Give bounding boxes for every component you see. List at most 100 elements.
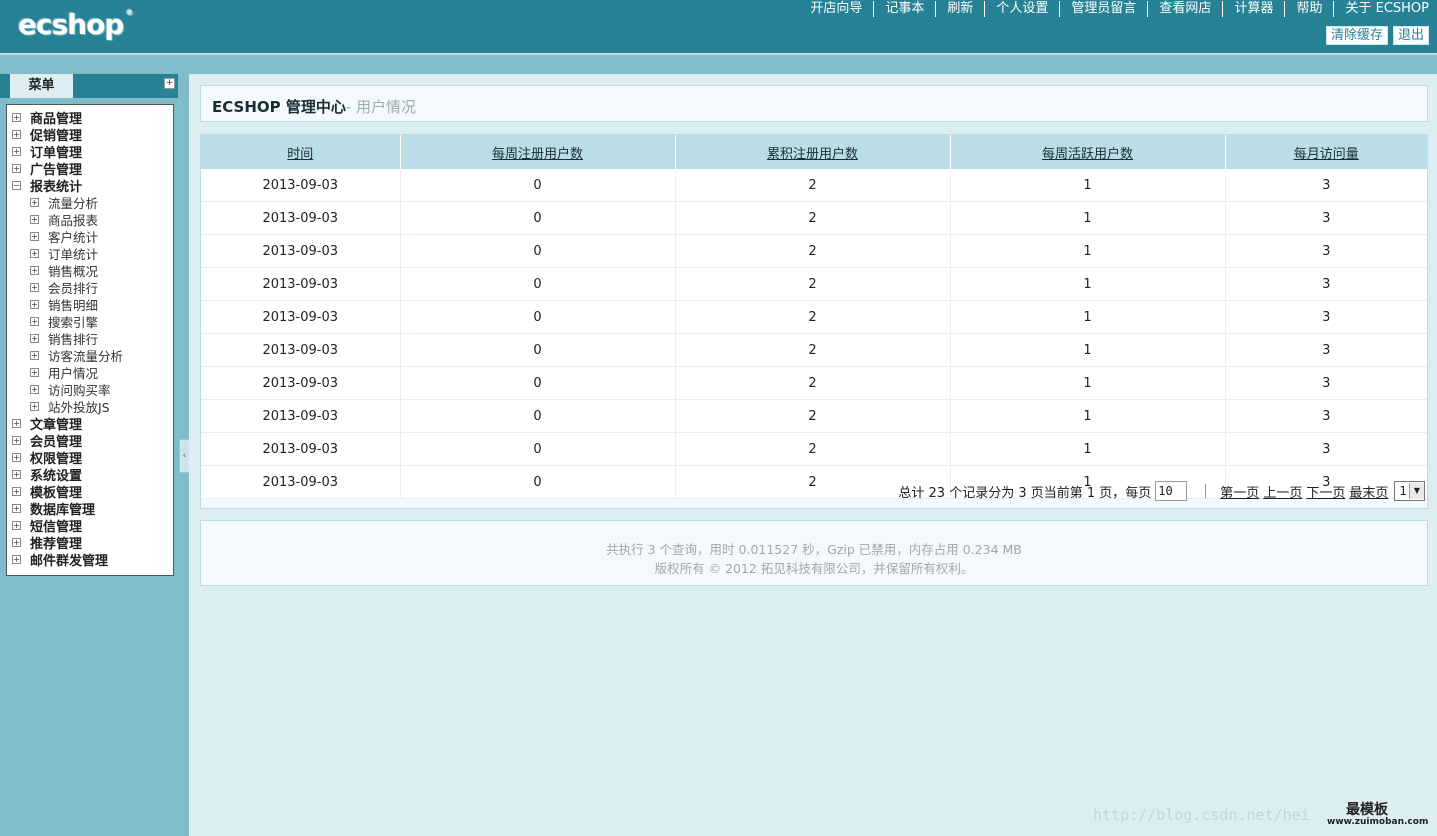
table-row: 2013-09-03 0 2 1 3 — [201, 234, 1427, 268]
sidebar-sub-item[interactable]: + 商品报表 — [7, 211, 173, 228]
page-subtitle: - 用户情况 — [345, 98, 417, 116]
column-header[interactable]: 每周活跃用户数 — [950, 135, 1226, 169]
pager-link[interactable]: 下一页 — [1306, 486, 1345, 501]
column-header-label[interactable]: 时间 — [287, 147, 313, 162]
table-cell: 2013-09-03 — [201, 201, 401, 235]
pager-link[interactable]: 上一页 — [1263, 486, 1302, 501]
sidebar-sub-item[interactable]: + 访客流量分析 — [7, 347, 173, 364]
column-header-label[interactable]: 每周活跃用户数 — [1042, 147, 1133, 162]
column-header-label[interactable]: 每周注册用户数 — [492, 147, 583, 162]
top-nav-link[interactable]: 管理员留言 — [1059, 1, 1147, 17]
column-header[interactable]: 每周注册用户数 — [400, 135, 676, 169]
plus-box-icon: + — [30, 249, 39, 258]
table-row: 2013-09-03 0 2 1 3 — [201, 201, 1427, 235]
sidebar-menu-item[interactable]: + 推荐管理 — [7, 534, 173, 552]
top-nav-link[interactable]: 开店向导 — [799, 1, 873, 17]
top-nav-link[interactable]: 查看网店 — [1147, 1, 1222, 17]
sidebar-menu-item[interactable]: + 文章管理 — [7, 415, 173, 433]
sidebar-sub-item[interactable]: + 订单统计 — [7, 245, 173, 262]
pagination: 总计 23 个记录分为 3 页当前第 1 页，每页 10 第一页 上一页 下一页 最末… — [898, 480, 1425, 502]
table-cell: 1 — [950, 169, 1226, 202]
table-cell: 0 — [400, 267, 676, 301]
table-cell: 2 — [675, 201, 951, 235]
list-container: 时间 每周注册用户数 累积注册用户数 每周活跃用户数 每月访问量 2013-09-03 0… — [200, 134, 1428, 509]
sidebar-menu-item[interactable]: + 短信管理 — [7, 517, 173, 535]
column-header[interactable]: 累积注册用户数 — [675, 135, 951, 169]
table-cell: 2013-09-03 — [201, 300, 401, 334]
table-cell: 1 — [950, 432, 1226, 466]
sidebar-sub-item[interactable]: + 销售概况 — [7, 262, 173, 279]
table-cell: 1 — [950, 234, 1226, 268]
plus-box-icon: + — [12, 555, 21, 564]
plus-box-icon: + — [30, 300, 39, 309]
top-nav-link[interactable]: 帮助 — [1284, 1, 1333, 17]
sidebar-menu-item[interactable]: + 系统设置 — [7, 466, 173, 484]
table-cell: 1 — [950, 267, 1226, 301]
table-cell: 2 — [675, 432, 951, 466]
table-cell: 2013-09-03 — [201, 399, 401, 433]
sidebar-sub-item[interactable]: + 销售明细 — [7, 296, 173, 313]
main-content: ECSHOP 管理中心- 用户情况 时间 每周注册用户数 累积注册用户数 每周活跃用户… — [189, 74, 1437, 836]
sidebar-menu-item[interactable]: + 邮件群发管理 — [7, 551, 173, 569]
table-cell: 2 — [675, 300, 951, 334]
sidebar-sub-item[interactable]: + 销售排行 — [7, 330, 173, 347]
pager-link[interactable]: 第一页 — [1220, 486, 1259, 501]
sidebar-menu-item[interactable]: + 权限管理 — [7, 449, 173, 467]
sidebar-menu-item[interactable]: + 会员管理 — [7, 432, 173, 450]
table-cell: 2 — [675, 366, 951, 400]
column-header[interactable]: 时间 — [201, 135, 401, 169]
column-header-label[interactable]: 每月访问量 — [1294, 147, 1359, 162]
logo-text: ecshop — [18, 8, 124, 41]
watermark-text: http://blog.csdn.net/hei — [1093, 806, 1310, 824]
sidebar-sub-item[interactable]: + 用户情况 — [7, 364, 173, 381]
sidebar-menu-item[interactable]: + 订单管理 — [7, 143, 173, 161]
table-cell: 3 — [1225, 432, 1427, 466]
table-cell: 0 — [400, 432, 676, 466]
top-nav-link[interactable]: 刷新 — [935, 1, 984, 17]
logout-button[interactable]: 退出 — [1392, 26, 1429, 45]
column-header-label[interactable]: 累积注册用户数 — [767, 147, 858, 162]
sidebar-menu-item[interactable]: + 数据库管理 — [7, 500, 173, 518]
top-nav-link[interactable]: 个人设置 — [984, 1, 1059, 17]
sidebar-menu-item[interactable]: + 促销管理 — [7, 126, 173, 144]
sidebar-sub-item[interactable]: + 搜索引擎 — [7, 313, 173, 330]
plus-box-icon: + — [30, 351, 39, 360]
sidebar-menu-item[interactable]: + 模板管理 — [7, 483, 173, 501]
table-cell: 2013-09-03 — [201, 465, 401, 499]
clear-cache-button[interactable]: 清除缓存 — [1325, 26, 1388, 45]
plus-box-icon: + — [30, 334, 39, 343]
top-nav-link[interactable]: 计算器 — [1222, 1, 1284, 17]
sidebar-sub-item[interactable]: + 客户统计 — [7, 228, 173, 245]
top-nav-link[interactable]: 记事本 — [873, 1, 935, 17]
table-row: 2013-09-03 0 2 1 3 — [201, 399, 1427, 433]
watermark-logo: 最模板 — [1346, 802, 1388, 818]
table-cell: 1 — [950, 399, 1226, 433]
pager-links: 第一页 上一页 下一页 最末页 — [1220, 482, 1392, 501]
header-divider — [0, 53, 1437, 55]
sidebar-menu-item[interactable]: − 报表统计 — [7, 177, 173, 195]
top-nav: 开店向导 记事本 刷新 个人设置 管理员留言 查看网店 计算器 帮助 关于 ECSHOP — [799, 1, 1429, 17]
table-body: 2013-09-03 0 2 1 3 2013-09-03 0 2 1 3 2013-09-03 0 2… — [201, 169, 1427, 499]
column-header[interactable]: 每月访问量 — [1225, 135, 1427, 169]
plus-box-icon: + — [30, 385, 39, 394]
sidebar-sub-item[interactable]: + 会员排行 — [7, 279, 173, 296]
page-size-input[interactable]: 10 — [1155, 481, 1188, 501]
table-cell: 0 — [400, 333, 676, 367]
sidebar-sub-item[interactable]: + 访问购买率 — [7, 381, 173, 398]
sidebar-sub-item[interactable]: + 站外投放JS — [7, 398, 173, 415]
sidebar-menu-item[interactable]: + 广告管理 — [7, 160, 173, 178]
top-nav-link[interactable]: 关于 ECSHOP — [1333, 1, 1429, 17]
pager-link[interactable]: 最末页 — [1349, 486, 1388, 501]
page-select[interactable]: 1 ▼ — [1394, 481, 1425, 501]
sidebar-sub-item[interactable]: + 流量分析 — [7, 194, 173, 211]
sidebar-menu-item[interactable]: + 商品管理 — [7, 109, 173, 127]
table-cell: 0 — [400, 169, 676, 202]
plus-icon[interactable]: + — [164, 78, 175, 89]
plus-box-icon: + — [12, 453, 21, 462]
tab-menu[interactable]: 菜单 — [10, 74, 73, 98]
dropdown-arrow-icon[interactable]: ▼ — [1409, 483, 1424, 499]
footer-copyright: 版权所有 © 2012 拓见科技有限公司，并保留所有权利。 — [654, 561, 974, 576]
menu-list: + 商品管理 + 促销管理 + 订单管理 + 广告管理 − 报表统计 + 流量分析 + 商品报表 + 客户统计… — [7, 105, 173, 569]
footer-stats: 共执行 3 个查询，用时 0.011527 秒，Gzip 已禁用，内存占用 0.… — [606, 542, 1022, 557]
ecshop-logo[interactable]: ecshop ® — [18, 8, 133, 41]
